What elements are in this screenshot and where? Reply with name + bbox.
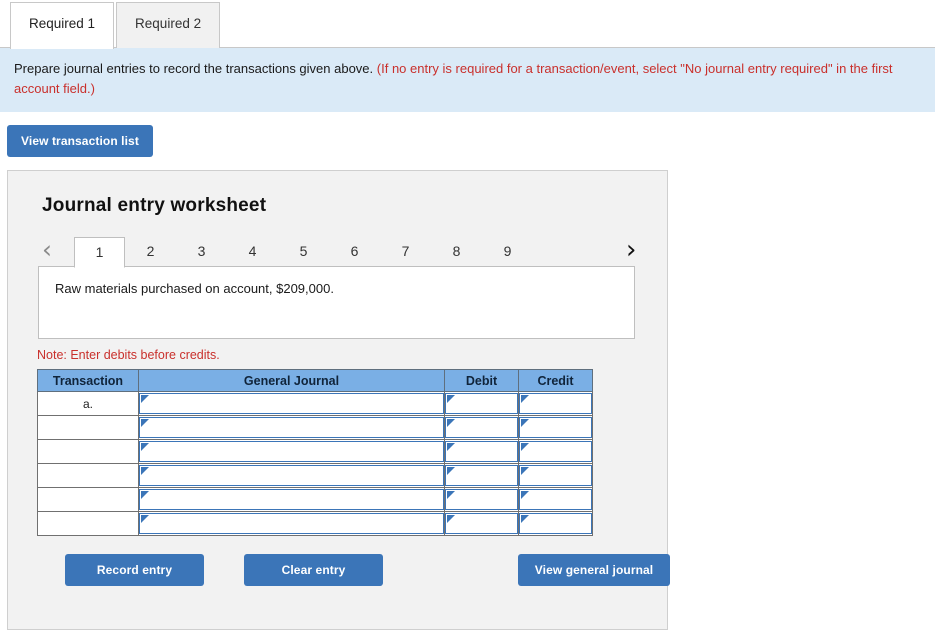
table-row: a. xyxy=(37,391,593,417)
table-row xyxy=(37,415,593,441)
journal-entry-table: Transaction General Journal Debit Credit… xyxy=(37,369,593,537)
pager-tab-9[interactable]: 9 xyxy=(482,237,533,267)
transaction-label-cell xyxy=(37,511,139,537)
pager-tab-3[interactable]: 3 xyxy=(176,237,227,267)
credit-cell[interactable] xyxy=(518,487,593,513)
credit-cell[interactable] xyxy=(518,439,593,465)
credit-input[interactable] xyxy=(519,465,592,487)
transaction-label-cell xyxy=(37,487,139,513)
general-journal-cell[interactable] xyxy=(138,511,445,537)
credit-cell[interactable] xyxy=(518,415,593,441)
worksheet-title: Journal entry worksheet xyxy=(42,195,267,217)
pager-tab-7[interactable]: 7 xyxy=(380,237,431,267)
table-header-row: Transaction General Journal Debit Credit xyxy=(37,369,593,393)
instruction-main-text: Prepare journal entries to record the tr… xyxy=(14,61,374,76)
table-row xyxy=(37,439,593,465)
toolbar: View transaction list xyxy=(0,112,935,158)
clear-entry-button[interactable]: Clear entry xyxy=(244,554,383,587)
transaction-label-cell xyxy=(37,439,139,465)
credit-input[interactable] xyxy=(519,417,592,439)
pager-tab-5[interactable]: 5 xyxy=(278,237,329,267)
credit-input[interactable] xyxy=(519,513,592,535)
tab-required-1[interactable]: Required 1 xyxy=(10,2,115,49)
general-journal-cell[interactable] xyxy=(138,439,445,465)
pager-tab-1[interactable]: 1 xyxy=(74,237,125,269)
debit-input[interactable] xyxy=(445,393,518,415)
tab-required-2[interactable]: Required 2 xyxy=(116,2,221,48)
table-row xyxy=(37,463,593,489)
pager-tab-6[interactable]: 6 xyxy=(329,237,380,267)
debit-input[interactable] xyxy=(445,441,518,463)
tab-required-2-label: Required 2 xyxy=(135,16,202,31)
debit-input[interactable] xyxy=(445,417,518,439)
credit-input[interactable] xyxy=(519,441,592,463)
view-general-journal-button[interactable]: View general journal xyxy=(518,554,670,587)
debit-cell[interactable] xyxy=(444,391,519,417)
view-transaction-list-button[interactable]: View transaction list xyxy=(7,125,153,158)
pager-tab-8[interactable]: 8 xyxy=(431,237,482,267)
debit-input[interactable] xyxy=(445,513,518,535)
pager-tab-4[interactable]: 4 xyxy=(227,237,278,267)
transaction-description-box: Raw materials purchased on account, $209… xyxy=(38,266,635,340)
general-journal-input[interactable] xyxy=(139,489,444,511)
general-journal-cell[interactable] xyxy=(138,487,445,513)
column-header-general-journal: General Journal xyxy=(138,369,445,393)
chevron-right-icon[interactable]: › xyxy=(626,235,636,265)
instruction-banner: Prepare journal entries to record the tr… xyxy=(0,48,935,113)
debit-input[interactable] xyxy=(445,465,518,487)
chevron-left-icon[interactable]: ‹ xyxy=(42,235,52,265)
transaction-description-text: Raw materials purchased on account, $209… xyxy=(55,281,334,297)
debit-cell[interactable] xyxy=(444,511,519,537)
transaction-label-cell: a. xyxy=(37,391,139,417)
general-journal-input[interactable] xyxy=(139,417,444,439)
debit-cell[interactable] xyxy=(444,487,519,513)
column-header-credit: Credit xyxy=(518,369,593,393)
pager-tab-2[interactable]: 2 xyxy=(125,237,176,267)
table-row xyxy=(37,487,593,513)
worksheet-actions: Record entry Clear entry View general jo… xyxy=(37,554,670,594)
general-journal-cell[interactable] xyxy=(138,391,445,417)
column-header-transaction: Transaction xyxy=(37,369,139,393)
journal-entry-worksheet-panel: Journal entry worksheet ‹ 123456789 › Ra… xyxy=(7,170,670,630)
record-entry-button[interactable]: Record entry xyxy=(65,554,204,587)
transaction-label-cell xyxy=(37,415,139,441)
transaction-label-cell xyxy=(37,463,139,489)
credit-cell[interactable] xyxy=(518,391,593,417)
credit-input[interactable] xyxy=(519,393,592,415)
general-journal-input[interactable] xyxy=(139,441,444,463)
debit-cell[interactable] xyxy=(444,463,519,489)
general-journal-input[interactable] xyxy=(139,393,444,415)
general-journal-cell[interactable] xyxy=(138,415,445,441)
debit-cell[interactable] xyxy=(444,415,519,441)
general-journal-input[interactable] xyxy=(139,465,444,487)
general-journal-cell[interactable] xyxy=(138,463,445,489)
table-note: Note: Enter debits before credits. xyxy=(37,348,220,363)
table-row xyxy=(37,511,593,537)
credit-cell[interactable] xyxy=(518,463,593,489)
column-header-debit: Debit xyxy=(444,369,519,393)
worksheet-pager: ‹ 123456789 › xyxy=(38,235,645,269)
tab-strip: Required 1 Required 2 xyxy=(0,0,935,49)
debit-cell[interactable] xyxy=(444,439,519,465)
general-journal-input[interactable] xyxy=(139,513,444,535)
tab-required-1-label: Required 1 xyxy=(29,16,96,31)
credit-cell[interactable] xyxy=(518,511,593,537)
credit-input[interactable] xyxy=(519,489,592,511)
debit-input[interactable] xyxy=(445,489,518,511)
